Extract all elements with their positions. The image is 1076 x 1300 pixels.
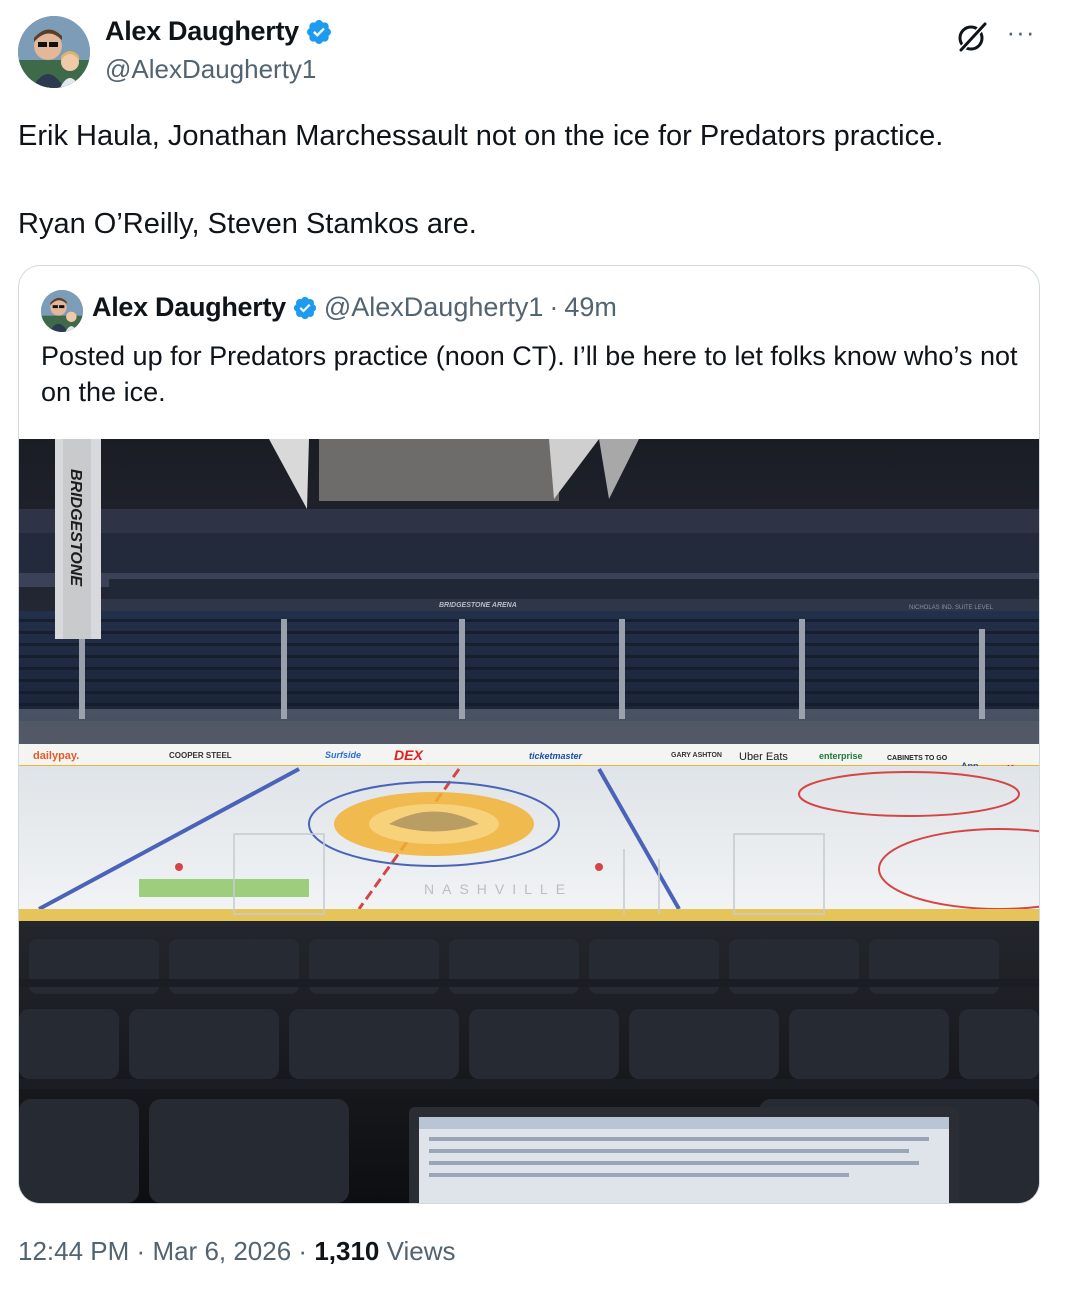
quoted-author-avatar[interactable] xyxy=(41,290,83,332)
board-ad: Uber Eats xyxy=(739,751,788,763)
tweet-meta: 12:44 PM · Mar 6, 2026 · 1,310 Views xyxy=(18,1236,456,1267)
board-ad: CABINETS TO GO xyxy=(887,755,948,762)
quoted-tweet-card[interactable]: Alex Daugherty @AlexDaugherty1 · 49m Pos… xyxy=(18,265,1040,1204)
suite-level-label: NICHOLAS IND. SUITE LEVEL xyxy=(909,605,994,611)
tweet-time[interactable]: 12:44 PM xyxy=(18,1236,129,1266)
quoted-author-handle[interactable]: @AlexDaugherty1 xyxy=(324,292,544,323)
separator-dot: · xyxy=(298,1236,308,1266)
board-ad: ticketmaster xyxy=(529,751,583,761)
arena-fascia-label: BRIDGESTONE ARENA xyxy=(439,602,517,609)
grok-icon[interactable] xyxy=(955,20,989,54)
board-ad: Surfside xyxy=(325,750,361,760)
quoted-tweet-header: Alex Daugherty @AlexDaugherty1 · 49m xyxy=(92,292,617,323)
ice-lettering: NASHVILLE xyxy=(424,881,573,897)
tweet-paragraph: Ryan O’Reilly, Steven Stamkos are. xyxy=(18,208,477,240)
tweet-text: Erik Haula, Jonathan Marchessault not on… xyxy=(18,114,1048,246)
views-label: Views xyxy=(386,1236,456,1266)
pillar-sign: BRIDGESTONE xyxy=(67,469,84,587)
board-ad: dailypay. xyxy=(33,750,79,762)
verified-badge-icon xyxy=(306,19,331,44)
separator-dot: · xyxy=(136,1236,146,1266)
quoted-author-name[interactable]: Alex Daugherty xyxy=(92,292,286,323)
board-ad: DEX xyxy=(394,747,424,763)
quoted-tweet-time[interactable]: 49m xyxy=(564,292,617,323)
views-count: 1,310 xyxy=(314,1236,380,1266)
board-ad: enterprise xyxy=(819,751,863,761)
author-name-row: Alex Daugherty xyxy=(105,16,333,47)
tweet-date[interactable]: Mar 6, 2026 xyxy=(152,1236,291,1266)
quoted-tweet-text: Posted up for Predators practice (noon C… xyxy=(41,341,1018,407)
more-icon[interactable]: ··· xyxy=(1004,19,1038,48)
author-handle[interactable]: @AlexDaugherty1 xyxy=(105,54,316,85)
board-ad: COOPER STEEL xyxy=(169,751,232,760)
author-avatar[interactable] xyxy=(18,16,90,88)
verified-badge-icon xyxy=(293,296,316,319)
board-ad: GARY ASHTON xyxy=(671,752,722,759)
tweet-paragraph: Erik Haula, Jonathan Marchessault not on… xyxy=(18,120,944,152)
author-display-name[interactable]: Alex Daugherty xyxy=(105,16,299,47)
separator-dot: · xyxy=(549,292,559,322)
arena-photo[interactable]: BRIDGESTONE ARENA NICHOLAS IND. SUITE LE… xyxy=(19,439,1039,1203)
